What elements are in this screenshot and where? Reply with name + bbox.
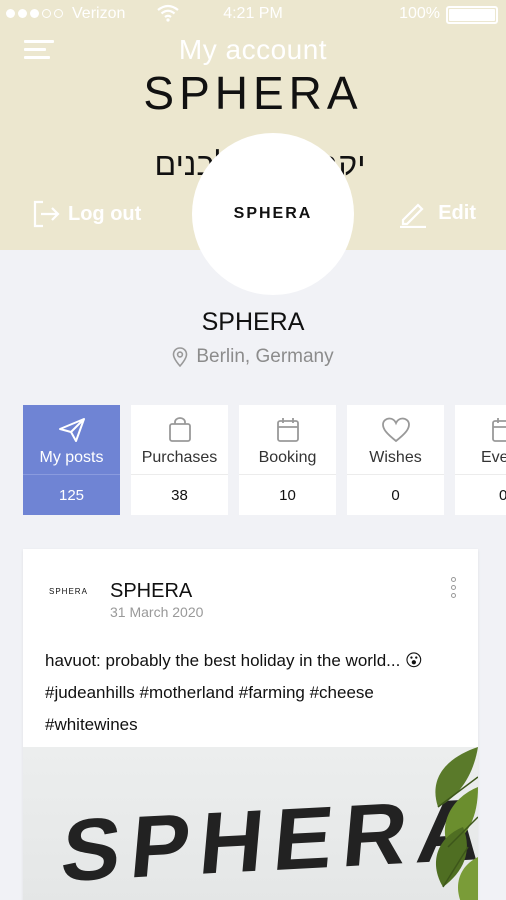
stat-my-posts[interactable]: My posts 125 xyxy=(23,405,120,515)
calendar-icon xyxy=(276,418,299,442)
calendar-icon xyxy=(492,418,506,442)
stat-count: 0 xyxy=(391,486,400,504)
post-hashtags: #judeanhills #motherland #farming #chees… xyxy=(45,683,374,702)
logout-label: Log out xyxy=(68,202,142,225)
status-bar: Verizon 4:21 PM 100% xyxy=(0,0,506,30)
stat-count: 10 xyxy=(279,486,296,504)
page-title: My account xyxy=(178,34,328,65)
post-hashtags: #whitewines xyxy=(45,715,138,734)
stat-booking[interactable]: Booking 10 xyxy=(239,405,336,515)
edit-label: Edit xyxy=(438,201,476,224)
stat-wishes[interactable]: Wishes 0 xyxy=(347,405,444,515)
post-text-line: havuot: probably the best holiday in the… xyxy=(45,651,423,670)
profile-avatar[interactable]: SPHERA xyxy=(192,133,354,295)
post-author-avatar[interactable]: SPHERA xyxy=(49,587,88,596)
stat-events[interactable]: Eve 0 xyxy=(455,405,506,515)
pencil-icon xyxy=(400,203,427,228)
heart-icon xyxy=(381,417,410,443)
send-icon xyxy=(58,418,85,442)
stat-count: 125 xyxy=(23,475,120,515)
battery-percentage: 100% xyxy=(399,5,440,22)
logout-icon xyxy=(33,200,60,228)
stat-label: My posts xyxy=(39,449,104,466)
stat-count: 38 xyxy=(171,486,188,504)
logout-button[interactable]: Log out xyxy=(30,198,141,230)
stat-label: Wishes xyxy=(369,449,422,466)
stat-label: Purchases xyxy=(141,449,218,466)
location-pin-icon xyxy=(173,347,188,367)
profile-name: SPHERA xyxy=(201,308,305,336)
edit-button[interactable]: Edit xyxy=(398,198,476,228)
battery-icon xyxy=(446,6,498,24)
stat-label: Eve xyxy=(481,449,506,466)
more-options-icon[interactable] xyxy=(450,577,458,601)
post-card[interactable]: SPHERA SPHERA 31 March 2020 havuot: prob… xyxy=(23,549,478,900)
profile-location: Berlin, Germany xyxy=(0,346,506,368)
brand-logo: SPHERA xyxy=(143,67,363,119)
location-text: Berlin, Germany xyxy=(196,346,334,367)
stat-purchases[interactable]: Purchases 38 xyxy=(131,405,228,515)
post-image[interactable]: SPHERA xyxy=(23,747,478,900)
post-date: 31 March 2020 xyxy=(110,604,204,620)
stat-label: Booking xyxy=(258,449,317,466)
post-author-name[interactable]: SPHERA xyxy=(110,580,192,603)
avatar-logo-text: SPHERA xyxy=(233,205,313,222)
leaves-illustration xyxy=(435,747,478,900)
post-text: havuot: probably the best holiday in the… xyxy=(45,645,465,741)
stat-count: 0 xyxy=(499,486,506,504)
bag-icon xyxy=(168,417,191,442)
